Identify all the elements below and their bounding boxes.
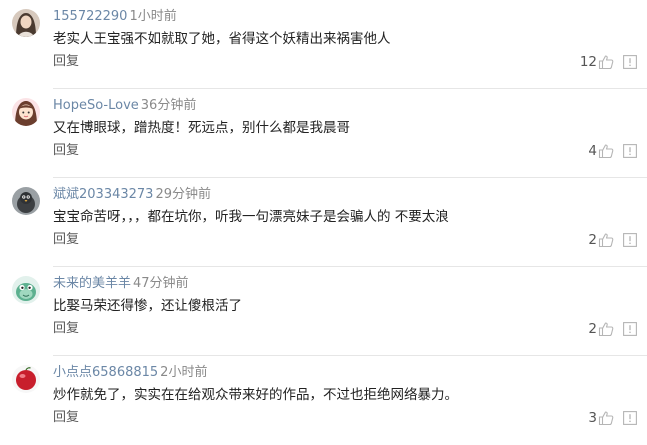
avatar[interactable] (12, 187, 40, 215)
report-icon[interactable] (623, 144, 637, 158)
like-count: 2 (588, 232, 597, 248)
username[interactable]: 155722290 (53, 9, 127, 24)
username[interactable]: 斌斌203343273 (53, 187, 153, 202)
avatar[interactable] (12, 276, 40, 304)
bird-photo-avatar (12, 187, 40, 215)
thumbs-up-icon[interactable] (598, 232, 614, 248)
avatar[interactable] (12, 365, 40, 393)
comment-meta: 155722290 1小时前 (53, 8, 177, 26)
report-icon[interactable] (623, 233, 637, 247)
comment-text: 炒作就免了，实实在在给观众带来好的作品，不过也拒绝网络暴力。 (53, 387, 458, 403)
report-icon[interactable] (623, 55, 637, 69)
comment-item: HopeSo-Love 36分钟前 又在博眼球，蹭热度！死远点，别什么都是我晨哥 … (0, 89, 647, 178)
comment-item: 未来的美羊羊 47分钟前 比娶马荣还得惨，还让傻根活了 回复 2 (0, 267, 647, 356)
comment-meta: 未来的美羊羊 47分钟前 (53, 275, 189, 293)
like-count: 12 (579, 54, 597, 70)
username[interactable]: HopeSo-Love (53, 98, 139, 113)
comment-text: 比娶马荣还得惨，还让傻根活了 (53, 298, 242, 314)
comment-item: 小点点65868815 2小时前 炒作就免了，实实在在给观众带来好的作品，不过也拒… (0, 356, 647, 445)
red-ball-avatar (12, 365, 40, 393)
timestamp: 1小时前 (129, 9, 177, 24)
woman-photo-avatar (12, 9, 40, 37)
comment-meta: 斌斌203343273 29分钟前 (53, 186, 211, 204)
comment-meta: 小点点65868815 2小时前 (53, 364, 207, 382)
reply-button[interactable]: 回复 (53, 52, 79, 72)
reply-button[interactable]: 回复 (53, 319, 79, 339)
comment-item: 斌斌203343273 29分钟前 宝宝命苦呀，，，都在坑你，听我一句漂亮妹子是会… (0, 178, 647, 267)
comment-item: 155722290 1小时前 老实人王宝强不如就取了她，省得这个妖精出来祸害他人 … (0, 0, 647, 89)
report-icon[interactable] (623, 322, 637, 336)
timestamp: 47分钟前 (133, 276, 189, 291)
thumbs-up-icon[interactable] (598, 143, 614, 159)
comment-text: 又在博眼球，蹭热度！死远点，别什么都是我晨哥 (53, 120, 350, 136)
timestamp: 36分钟前 (140, 98, 197, 113)
timestamp: 29分钟前 (155, 187, 211, 202)
like-count: 4 (588, 143, 597, 159)
comment-list: 155722290 1小时前 老实人王宝强不如就取了她，省得这个妖精出来祸害他人 … (0, 0, 647, 426)
comment-meta: HopeSo-Love 36分钟前 (53, 97, 196, 115)
avatar[interactable] (12, 98, 40, 126)
like-count: 3 (588, 410, 597, 426)
like-count: 2 (588, 321, 597, 337)
comment-text: 宝宝命苦呀，，，都在坑你，听我一句漂亮妹子是会骗人的 不要太浪 (53, 209, 449, 225)
comment-text: 老实人王宝强不如就取了她，省得这个妖精出来祸害他人 (53, 31, 391, 47)
report-icon[interactable] (623, 411, 637, 425)
thumbs-up-icon[interactable] (598, 321, 614, 337)
username[interactable]: 小点点65868815 (53, 365, 158, 380)
reply-button[interactable]: 回复 (53, 408, 79, 428)
cartoon-girl-avatar (12, 98, 40, 126)
thumbs-up-icon[interactable] (598, 54, 614, 70)
green-cartoon-avatar (12, 276, 40, 304)
timestamp: 2小时前 (160, 365, 208, 380)
reply-button[interactable]: 回复 (53, 141, 79, 161)
username[interactable]: 未来的美羊羊 (53, 276, 131, 291)
reply-button[interactable]: 回复 (53, 230, 79, 250)
avatar[interactable] (12, 9, 40, 37)
